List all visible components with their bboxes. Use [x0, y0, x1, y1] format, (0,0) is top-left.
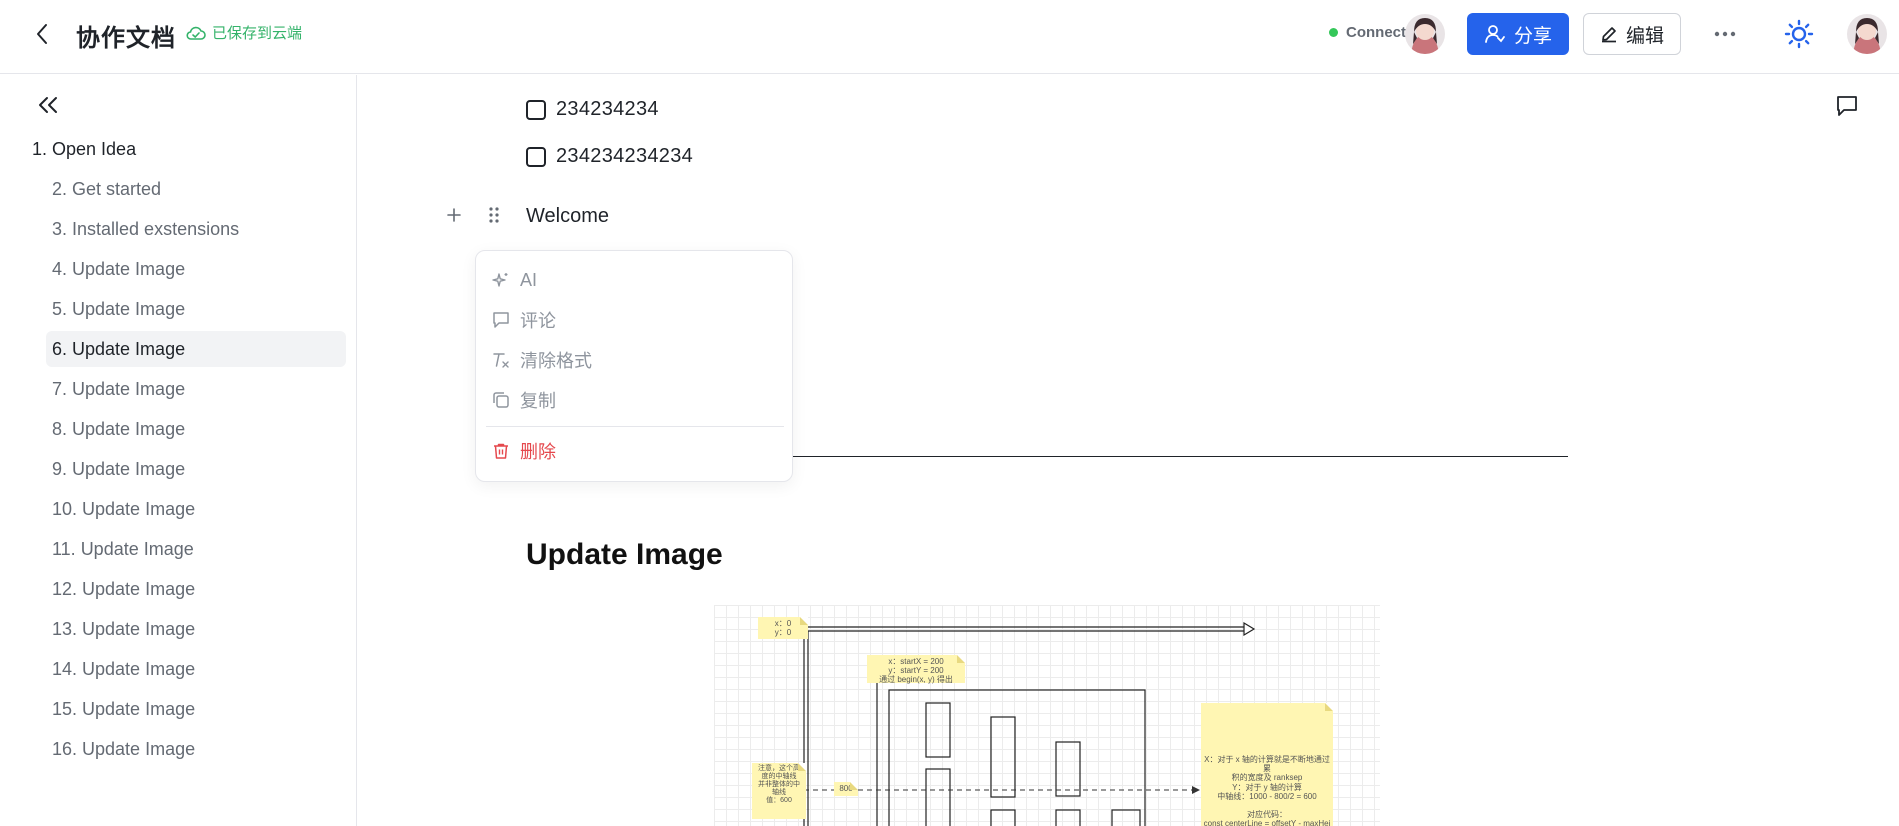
outline-item[interactable]: 4. Update Image — [24, 251, 346, 287]
page-title: 协作文档 — [76, 25, 176, 52]
menu-item-ai[interactable]: AI — [492, 264, 776, 296]
task-text[interactable]: 234234234 — [556, 98, 659, 121]
outline-item[interactable]: 15. Update Image — [24, 691, 346, 727]
sun-icon — [1784, 19, 1814, 49]
sticky-note: X：对于 x 轴的计算就是不断地通过累 积的宽度及 ranksep Y：对于 y… — [1201, 703, 1333, 826]
paragraph-block[interactable]: Welcome — [526, 205, 609, 228]
block-context-menu: AI 评论 清除格式 复制 删除 — [475, 250, 793, 482]
ellipsis-icon — [1714, 31, 1736, 37]
theme-toggle-button[interactable] — [1781, 16, 1817, 52]
status-dot — [1329, 28, 1338, 37]
outline-item[interactable]: 7. Update Image — [24, 371, 346, 407]
more-options-button[interactable] — [1709, 22, 1741, 46]
editor-content: 234234234 234234234234 Welcome AI 评论 清除格… — [358, 75, 1899, 826]
trash-icon — [494, 443, 508, 459]
outline-item[interactable]: 8. Update Image — [24, 411, 346, 447]
share-label: 分享 — [1513, 25, 1552, 47]
menu-item-label: 清除格式 — [520, 351, 592, 371]
share-button[interactable]: 分享 — [1467, 13, 1569, 55]
menu-item-label: 删除 — [520, 442, 556, 462]
avatar-image — [1847, 14, 1887, 54]
task-checkbox[interactable] — [526, 99, 546, 120]
collaborator-avatar[interactable] — [1405, 14, 1445, 54]
horizontal-rule — [793, 456, 1568, 457]
outline-item[interactable]: 3. Installed exstensions — [24, 211, 346, 247]
menu-item-delete[interactable]: 删除 — [492, 435, 776, 467]
drag-handle-icon — [489, 207, 499, 223]
outline-item[interactable]: 10. Update Image — [24, 491, 346, 527]
outline-list: 1. Open Idea 2. Get started 3. Installed… — [24, 131, 346, 771]
outline-item[interactable]: 12. Update Image — [24, 571, 346, 607]
edit-button[interactable]: 编辑 — [1583, 13, 1681, 55]
comment-icon — [1837, 96, 1857, 116]
outline-sidebar: 1. Open Idea 2. Get started 3. Installed… — [0, 75, 357, 826]
user-avatar[interactable] — [1847, 14, 1887, 54]
task-text[interactable]: 234234234234 — [556, 145, 693, 168]
drag-handle[interactable] — [484, 205, 504, 225]
outline-item[interactable]: 5. Update Image — [24, 291, 346, 327]
copy-icon — [493, 392, 509, 408]
save-status-label: 已保存到云端 — [212, 25, 303, 42]
sticky-note: 800 — [834, 782, 858, 796]
collapse-sidebar-button[interactable] — [36, 93, 60, 117]
comments-button[interactable] — [1834, 93, 1860, 119]
outline-item[interactable]: 14. Update Image — [24, 651, 346, 687]
task-item: 234234234 — [526, 98, 659, 121]
double-chevron-left-icon — [39, 97, 57, 113]
avatar-image — [1405, 14, 1445, 54]
menu-divider — [486, 426, 784, 427]
cloud-check-icon — [186, 26, 206, 40]
outline-item[interactable]: 11. Update Image — [24, 531, 346, 567]
pencil-icon — [1601, 27, 1616, 43]
menu-item-label: AI — [520, 269, 538, 290]
sticky-note: x：0 y：0 — [758, 617, 808, 639]
outline-item[interactable]: 16. Update Image — [24, 731, 346, 767]
chevron-left-icon — [37, 24, 47, 44]
outline-item[interactable]: 9. Update Image — [24, 451, 346, 487]
menu-item-clear-format[interactable]: 清除格式 — [492, 344, 776, 376]
user-share-icon — [1485, 25, 1505, 43]
outline-item[interactable]: 2. Get started — [24, 171, 346, 207]
sparkle-icon — [492, 273, 508, 287]
comment-icon — [493, 312, 509, 328]
outline-item[interactable]: 13. Update Image — [24, 611, 346, 647]
back-button[interactable] — [30, 22, 54, 46]
menu-item-label: 评论 — [520, 311, 556, 331]
outline-item[interactable]: 1. Open Idea — [24, 131, 346, 167]
menu-item-copy[interactable]: 复制 — [492, 384, 776, 416]
menu-item-comment[interactable]: 评论 — [492, 304, 776, 336]
top-header: 协作文档 已保存到云端 Connected 分享 编辑 — [0, 0, 1899, 74]
sticky-note: 注意，这个高 度的中轴线 并非整体的中 轴线 值：600 — [752, 763, 806, 819]
task-checkbox[interactable] — [526, 146, 546, 167]
diagram-image[interactable]: x：0 y：0 x：startX = 200 y：startY = 200 通过… — [714, 605, 1380, 826]
outline-item-active[interactable]: 6. Update Image — [46, 331, 346, 367]
sticky-note: x：startX = 200 y：startY = 200 通过 begin(x… — [867, 655, 965, 684]
task-item: 234234234234 — [526, 145, 693, 168]
save-status: 已保存到云端 — [186, 22, 302, 43]
add-block-button[interactable] — [444, 205, 464, 225]
edit-label: 编辑 — [1625, 25, 1664, 47]
menu-item-label: 复制 — [520, 391, 556, 411]
clear-format-icon — [493, 353, 509, 368]
plus-icon — [447, 208, 461, 222]
section-heading[interactable]: Update Image — [526, 538, 723, 572]
